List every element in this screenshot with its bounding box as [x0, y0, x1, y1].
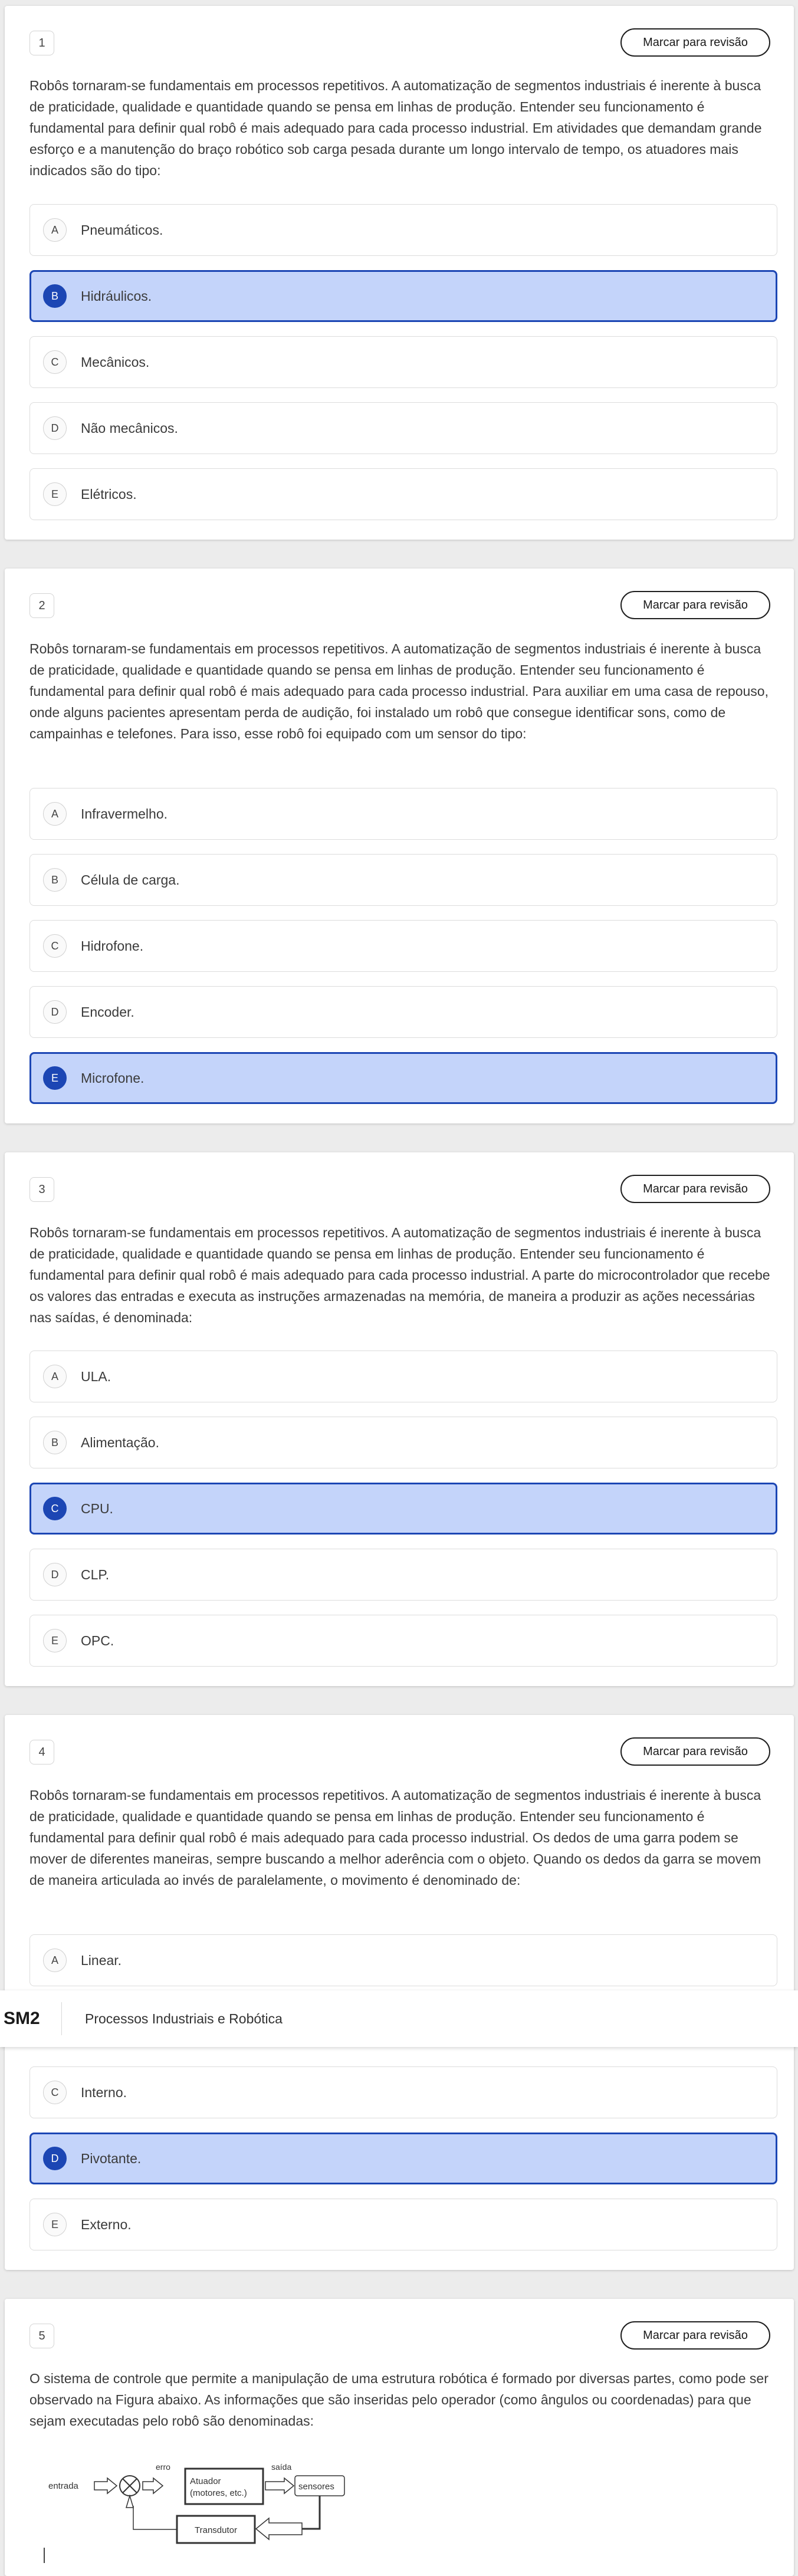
option-text: Não mecânicos. [81, 420, 178, 436]
arrow-feedback [255, 2517, 303, 2541]
question-number: 3 [29, 1177, 54, 1202]
question-text: Robôs tornaram-se fundamentais em proces… [29, 641, 769, 741]
diagram-label-entrada: entrada [48, 2481, 79, 2491]
question-number: 4 [29, 1740, 54, 1765]
option-text: Pivotante. [81, 2150, 142, 2166]
return-path [133, 2506, 177, 2530]
brand-logo[interactable]: SM2 [4, 1990, 40, 2047]
question-number: 1 [29, 31, 54, 55]
option-c[interactable]: C Hidrofone. [29, 920, 777, 972]
mark-for-review-button[interactable]: Marcar para revisão [620, 1175, 770, 1203]
option-text: Alimentação. [81, 1434, 159, 1450]
option-letter: C [43, 1497, 67, 1520]
option-e[interactable]: E Elétricos. [29, 468, 777, 520]
atuador-block [184, 2467, 264, 2505]
mark-for-review-button[interactable]: Marcar para revisão [620, 2321, 770, 2350]
option-text: OPC. [81, 1632, 114, 1648]
option-a[interactable]: A Pneumáticos. [29, 204, 777, 256]
summing-junction-icon [119, 2475, 140, 2496]
atuador-label: Atuador [190, 2476, 221, 2486]
atuador-sublabel: (motores, etc.) [190, 2488, 247, 2498]
option-letter: C [43, 350, 67, 374]
option-e[interactable]: E OPC. [29, 1615, 777, 1667]
option-text: Hidrofone. [81, 938, 144, 954]
text-cursor [44, 2548, 45, 2563]
option-letter: C [43, 2081, 67, 2104]
arrow-saida [265, 2477, 295, 2495]
option-d[interactable]: D CLP. [29, 1549, 777, 1601]
option-text: Célula de carga. [81, 872, 180, 888]
diagram-label-erro: erro [156, 2462, 170, 2472]
option-b[interactable]: B Célula de carga. [29, 854, 777, 906]
option-a[interactable]: A Linear. [29, 1934, 777, 1986]
option-text: Pneumáticos. [81, 222, 163, 238]
option-c[interactable]: C Mecânicos. [29, 336, 777, 388]
option-b[interactable]: B Alimentação. [29, 1417, 777, 1468]
option-letter: E [43, 1629, 67, 1652]
question-text: Robôs tornaram-se fundamentais em proces… [29, 1788, 761, 1888]
question-card-3: 3 Marcar para revisão Robôs tornaram-se … [5, 1152, 794, 1686]
option-d[interactable]: D Não mecânicos. [29, 402, 777, 454]
option-letter: D [43, 416, 67, 440]
option-d[interactable]: D Pivotante. [29, 2133, 777, 2184]
option-text: Elétricos. [81, 486, 137, 502]
option-text: Hidráulicos. [81, 288, 152, 304]
option-text: CLP. [81, 1566, 110, 1582]
option-letter: D [43, 2147, 67, 2170]
option-text: Externo. [81, 2216, 132, 2232]
course-header-bar: SM2 Processos Industriais e Robótica [0, 1990, 798, 2047]
question-card-2: 2 Marcar para revisão Robôs tornaram-se … [5, 569, 794, 1123]
course-title: Processos Industriais e Robótica [85, 2010, 283, 2026]
option-text: Encoder. [81, 1004, 134, 1020]
transdutor-label: Transdutor [195, 2525, 237, 2535]
option-letter: A [43, 1949, 67, 1972]
option-d[interactable]: D Encoder. [29, 986, 777, 1038]
option-a[interactable]: A Infravermelho. [29, 788, 777, 840]
option-text: Microfone. [81, 1070, 145, 1086]
option-letter: B [43, 868, 67, 892]
arrow-return [125, 2494, 134, 2508]
option-text: ULA. [81, 1368, 111, 1384]
arrow-erro [142, 2477, 164, 2495]
feedback-line [302, 2496, 321, 2530]
question-card-1: 1 Marcar para revisão Robôs tornaram-se … [5, 6, 794, 540]
option-letter: A [43, 1365, 67, 1388]
option-c[interactable]: C CPU. [29, 1483, 777, 1535]
option-letter: E [43, 1066, 67, 1090]
option-text: Infravermelho. [81, 806, 168, 822]
option-text: Linear. [81, 1952, 122, 1968]
control-system-diagram: entrada erro Atuador (motores, etc.) saí… [48, 2462, 345, 2544]
mark-for-review-button[interactable]: Marcar para revisão [620, 28, 770, 57]
option-letter: A [43, 802, 67, 826]
option-letter: A [43, 218, 67, 242]
option-letter: B [43, 284, 67, 308]
header-divider [61, 2002, 62, 2035]
option-letter: E [43, 482, 67, 506]
question-text: Robôs tornaram-se fundamentais em proces… [29, 78, 762, 178]
sensores-label: sensores [298, 2482, 334, 2492]
option-letter: D [43, 1563, 67, 1586]
question-number: 2 [29, 593, 54, 618]
option-e[interactable]: E Microfone. [29, 1052, 777, 1104]
option-text: Mecânicos. [81, 354, 150, 370]
mark-for-review-button[interactable]: Marcar para revisão [620, 1737, 770, 1766]
option-letter: E [43, 2213, 67, 2236]
option-c[interactable]: C Interno. [29, 2066, 777, 2118]
option-e[interactable]: E Externo. [29, 2199, 777, 2250]
option-letter: D [43, 1000, 67, 1024]
option-text: CPU. [81, 1500, 113, 1516]
question-text: O sistema de controle que permite a mani… [29, 2371, 769, 2429]
option-letter: C [43, 934, 67, 958]
question-text: Robôs tornaram-se fundamentais em proces… [29, 1225, 770, 1325]
diagram-label-saida: saída [271, 2462, 291, 2472]
option-text: Interno. [81, 2084, 127, 2100]
mark-for-review-button[interactable]: Marcar para revisão [620, 591, 770, 619]
arrow-entrada [94, 2477, 118, 2495]
option-b[interactable]: B Hidráulicos. [29, 270, 777, 322]
question-number: 5 [29, 2324, 54, 2348]
option-a[interactable]: A ULA. [29, 1351, 777, 1402]
option-letter: B [43, 1431, 67, 1454]
